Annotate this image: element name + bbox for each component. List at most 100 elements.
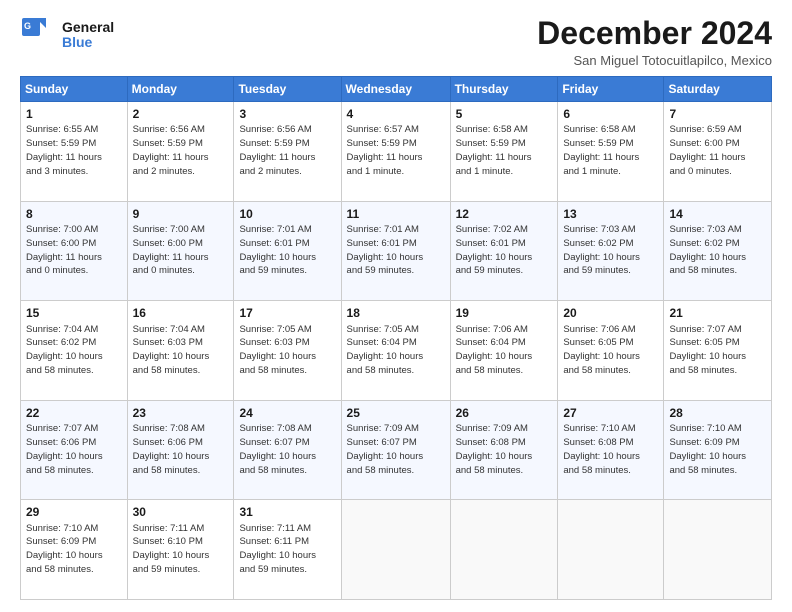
day-number: 15 <box>26 305 122 321</box>
day-info: Sunrise: 6:55 AMSunset: 5:59 PMDaylight:… <box>26 124 102 176</box>
month-title: December 2024 <box>537 16 772 51</box>
day-info: Sunrise: 7:07 AMSunset: 6:05 PMDaylight:… <box>669 324 746 376</box>
calendar-cell: 19 Sunrise: 7:06 AMSunset: 6:04 PMDayligh… <box>450 301 558 401</box>
calendar-cell: 2 Sunrise: 6:56 AMSunset: 5:59 PMDaylight… <box>127 102 234 202</box>
calendar-cell: 29 Sunrise: 7:10 AMSunset: 6:09 PMDayligh… <box>21 500 128 600</box>
calendar-cell <box>558 500 664 600</box>
calendar-week-1: 1Sunrise: 6:55 AMSunset: 5:59 PMDaylight… <box>21 102 772 202</box>
calendar-cell <box>341 500 450 600</box>
day-number: 18 <box>347 305 445 321</box>
calendar-cell: 18 Sunrise: 7:05 AMSunset: 6:04 PMDayligh… <box>341 301 450 401</box>
calendar-week-3: 15 Sunrise: 7:04 AMSunset: 6:02 PMDayligh… <box>21 301 772 401</box>
day-info: Sunrise: 7:09 AMSunset: 6:07 PMDaylight:… <box>347 423 424 475</box>
day-number: 17 <box>239 305 335 321</box>
day-number: 20 <box>563 305 658 321</box>
calendar-cell: 25 Sunrise: 7:09 AMSunset: 6:07 PMDayligh… <box>341 400 450 500</box>
col-sunday: Sunday <box>21 77 128 102</box>
calendar-body: 1Sunrise: 6:55 AMSunset: 5:59 PMDaylight… <box>21 102 772 600</box>
day-number: 11 <box>347 206 445 222</box>
calendar-cell: 12 Sunrise: 7:02 AMSunset: 6:01 PMDayligh… <box>450 201 558 301</box>
day-number: 31 <box>239 504 335 520</box>
location: San Miguel Totocuitlapilco, Mexico <box>537 53 772 68</box>
day-number: 21 <box>669 305 766 321</box>
day-number: 9 <box>133 206 229 222</box>
day-info: Sunrise: 7:11 AMSunset: 6:10 PMDaylight:… <box>133 523 210 575</box>
day-info: Sunrise: 6:58 AMSunset: 5:59 PMDaylight:… <box>563 124 639 176</box>
day-info: Sunrise: 6:59 AMSunset: 6:00 PMDaylight:… <box>669 124 745 176</box>
day-number: 10 <box>239 206 335 222</box>
day-info: Sunrise: 6:56 AMSunset: 5:59 PMDaylight:… <box>133 124 209 176</box>
day-info: Sunrise: 7:08 AMSunset: 6:07 PMDaylight:… <box>239 423 316 475</box>
calendar-cell: 27 Sunrise: 7:10 AMSunset: 6:08 PMDayligh… <box>558 400 664 500</box>
day-info: Sunrise: 6:57 AMSunset: 5:59 PMDaylight:… <box>347 124 423 176</box>
day-info: Sunrise: 7:10 AMSunset: 6:09 PMDaylight:… <box>26 523 103 575</box>
calendar-cell <box>664 500 772 600</box>
col-saturday: Saturday <box>664 77 772 102</box>
day-number: 28 <box>669 405 766 421</box>
day-number: 29 <box>26 504 122 520</box>
day-number: 8 <box>26 206 122 222</box>
day-number: 6 <box>563 106 658 122</box>
header: G General Blue December 2024 San Miguel … <box>20 16 772 68</box>
calendar-cell: 15 Sunrise: 7:04 AMSunset: 6:02 PMDayligh… <box>21 301 128 401</box>
svg-text:G: G <box>24 21 31 31</box>
day-info: Sunrise: 7:05 AMSunset: 6:03 PMDaylight:… <box>239 324 316 376</box>
day-number: 13 <box>563 206 658 222</box>
day-info: Sunrise: 7:00 AMSunset: 6:00 PMDaylight:… <box>26 224 102 276</box>
day-number: 7 <box>669 106 766 122</box>
col-thursday: Thursday <box>450 77 558 102</box>
logo-general: General <box>62 20 114 35</box>
day-number: 5 <box>456 106 553 122</box>
calendar-cell: 23Sunrise: 7:08 AMSunset: 6:06 PMDayligh… <box>127 400 234 500</box>
calendar-cell: 26Sunrise: 7:09 AMSunset: 6:08 PMDayligh… <box>450 400 558 500</box>
calendar-cell: 16Sunrise: 7:04 AMSunset: 6:03 PMDayligh… <box>127 301 234 401</box>
calendar-cell: 5Sunrise: 6:58 AMSunset: 5:59 PMDaylight… <box>450 102 558 202</box>
calendar-cell: 21 Sunrise: 7:07 AMSunset: 6:05 PMDayligh… <box>664 301 772 401</box>
title-block: December 2024 San Miguel Totocuitlapilco… <box>537 16 772 68</box>
day-number: 27 <box>563 405 658 421</box>
calendar-cell: 17 Sunrise: 7:05 AMSunset: 6:03 PMDayligh… <box>234 301 341 401</box>
day-info: Sunrise: 7:05 AMSunset: 6:04 PMDaylight:… <box>347 324 424 376</box>
calendar-header: Sunday Monday Tuesday Wednesday Thursday… <box>21 77 772 102</box>
calendar-cell: 30 Sunrise: 7:11 AMSunset: 6:10 PMDayligh… <box>127 500 234 600</box>
day-info: Sunrise: 7:00 AMSunset: 6:00 PMDaylight:… <box>133 224 209 276</box>
day-info: Sunrise: 6:56 AMSunset: 5:59 PMDaylight:… <box>239 124 315 176</box>
day-number: 2 <box>133 106 229 122</box>
day-info: Sunrise: 7:10 AMSunset: 6:09 PMDaylight:… <box>669 423 746 475</box>
day-number: 23 <box>133 405 229 421</box>
day-info: Sunrise: 7:10 AMSunset: 6:08 PMDaylight:… <box>563 423 640 475</box>
calendar-cell: 28 Sunrise: 7:10 AMSunset: 6:09 PMDayligh… <box>664 400 772 500</box>
calendar-page: G General Blue December 2024 San Miguel … <box>0 0 792 612</box>
day-number: 19 <box>456 305 553 321</box>
calendar-cell: 10 Sunrise: 7:01 AMSunset: 6:01 PMDayligh… <box>234 201 341 301</box>
day-info: Sunrise: 7:02 AMSunset: 6:01 PMDaylight:… <box>456 224 533 276</box>
calendar-cell: 7 Sunrise: 6:59 AMSunset: 6:00 PMDaylight… <box>664 102 772 202</box>
calendar-cell: 3 Sunrise: 6:56 AMSunset: 5:59 PMDaylight… <box>234 102 341 202</box>
col-wednesday: Wednesday <box>341 77 450 102</box>
day-number: 14 <box>669 206 766 222</box>
day-number: 30 <box>133 504 229 520</box>
calendar-cell: 14Sunrise: 7:03 AMSunset: 6:02 PMDayligh… <box>664 201 772 301</box>
day-info: Sunrise: 7:04 AMSunset: 6:02 PMDaylight:… <box>26 324 103 376</box>
day-info: Sunrise: 7:11 AMSunset: 6:11 PMDaylight:… <box>239 523 316 575</box>
calendar-cell: 6 Sunrise: 6:58 AMSunset: 5:59 PMDaylight… <box>558 102 664 202</box>
calendar-table: Sunday Monday Tuesday Wednesday Thursday… <box>20 76 772 600</box>
calendar-cell: 4Sunrise: 6:57 AMSunset: 5:59 PMDaylight… <box>341 102 450 202</box>
day-info: Sunrise: 7:01 AMSunset: 6:01 PMDaylight:… <box>347 224 424 276</box>
col-monday: Monday <box>127 77 234 102</box>
day-number: 12 <box>456 206 553 222</box>
calendar-cell: 8 Sunrise: 7:00 AMSunset: 6:00 PMDaylight… <box>21 201 128 301</box>
calendar-cell: 24Sunrise: 7:08 AMSunset: 6:07 PMDayligh… <box>234 400 341 500</box>
logo-svg: G <box>20 16 58 54</box>
calendar-cell: 9 Sunrise: 7:00 AMSunset: 6:00 PMDaylight… <box>127 201 234 301</box>
calendar-week-4: 22Sunrise: 7:07 AMSunset: 6:06 PMDayligh… <box>21 400 772 500</box>
day-info: Sunrise: 7:01 AMSunset: 6:01 PMDaylight:… <box>239 224 316 276</box>
calendar-cell <box>450 500 558 600</box>
day-info: Sunrise: 7:06 AMSunset: 6:04 PMDaylight:… <box>456 324 533 376</box>
day-info: Sunrise: 7:07 AMSunset: 6:06 PMDaylight:… <box>26 423 103 475</box>
calendar-cell: 22Sunrise: 7:07 AMSunset: 6:06 PMDayligh… <box>21 400 128 500</box>
day-number: 3 <box>239 106 335 122</box>
day-number: 25 <box>347 405 445 421</box>
calendar-cell: 11 Sunrise: 7:01 AMSunset: 6:01 PMDayligh… <box>341 201 450 301</box>
calendar-week-2: 8 Sunrise: 7:00 AMSunset: 6:00 PMDaylight… <box>21 201 772 301</box>
